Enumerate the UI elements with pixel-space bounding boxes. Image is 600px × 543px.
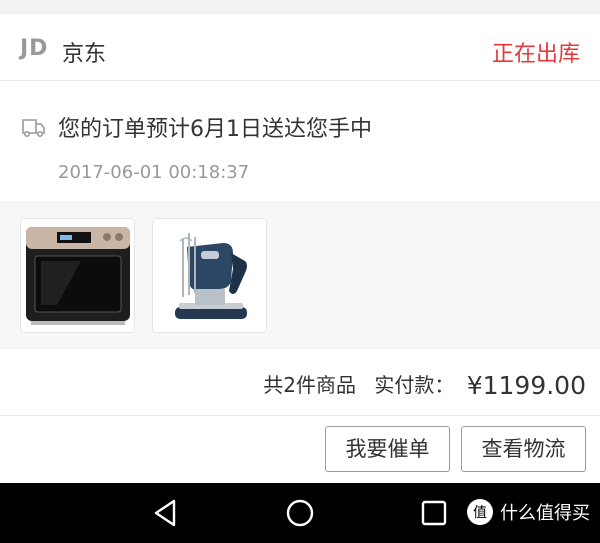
steam-oven-image [26,227,130,325]
urge-order-button[interactable]: 我要催单 [325,426,450,472]
shop-name[interactable]: 京东 [62,36,106,68]
order-header: JD 京东 正在出库 [0,14,600,81]
watermark-logo-icon: 值 [467,499,493,525]
product-thumbnails [0,201,600,349]
order-actions: 我要催单 查看物流 [0,416,600,483]
paid-label: 实付款： [374,373,455,397]
watermark-text: 什么值得买 [500,503,590,524]
order-status: 正在出库 [491,42,580,67]
back-triangle-icon[interactable] [150,497,182,529]
hand-mixer-image [175,233,247,319]
smzdm-watermark: 值 什么值得买 [466,497,590,527]
android-nav-bar: 值 什么值得买 [0,483,600,543]
oven-product[interactable] [20,218,135,333]
order-card[interactable]: JD 京东 正在出库 您的订单预计6月1日送达您手中 2017-06-01 00… [0,14,600,483]
order-summary: 共2件商品 实付款： ¥1199.00 [0,349,600,416]
tracking-message: 您的订单预计6月1日送达您手中 [58,117,372,142]
svg-text:值: 值 [473,505,487,521]
view-logistics-button[interactable]: 查看物流 [461,426,586,472]
item-count: 共2件商品 [263,373,356,397]
truck-icon [22,119,45,137]
tracking-time: 2017-06-01 00:18:37 [58,162,250,183]
tracking-info[interactable]: 您的订单预计6月1日送达您手中 2017-06-01 00:18:37 [0,81,600,201]
mixer-product[interactable] [152,218,267,333]
top-gap [0,0,600,14]
summary-line: 共2件商品 实付款： ¥1199.00 [263,369,586,400]
paid-amount: ¥1199.00 [466,371,586,400]
jd-logo: JD [20,36,49,61]
home-circle-icon[interactable] [284,497,316,529]
recents-square-icon[interactable] [418,497,450,529]
